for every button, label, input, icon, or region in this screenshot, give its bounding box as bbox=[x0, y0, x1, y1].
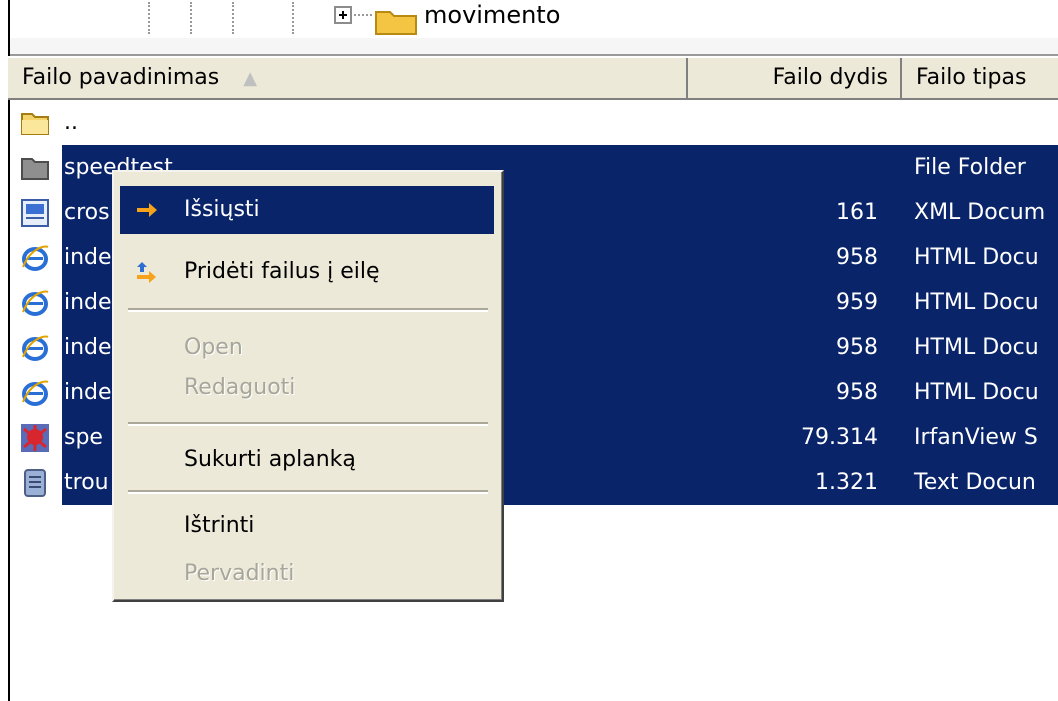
file-size: 958 bbox=[836, 380, 878, 405]
pane-divider bbox=[8, 38, 1058, 56]
file-size: 161 bbox=[836, 200, 878, 225]
context-menu: Išsiųsti Pridėti failus į eilę Open Reda… bbox=[112, 170, 504, 602]
tree-guide-line bbox=[148, 2, 150, 34]
file-type: IrfanView S bbox=[914, 425, 1038, 450]
ie-html-icon bbox=[22, 290, 49, 316]
file-size: 958 bbox=[836, 335, 878, 360]
add-to-queue-icon bbox=[137, 262, 156, 283]
column-header-name[interactable]: Failo pavadinimas ▲ bbox=[8, 58, 688, 98]
file-name: .. bbox=[64, 110, 78, 135]
ie-html-icon bbox=[22, 245, 49, 271]
tree-expand-plus-icon[interactable] bbox=[334, 6, 352, 24]
tree-folder-label[interactable]: movimento bbox=[424, 0, 560, 30]
menu-item-label: Open bbox=[184, 335, 243, 360]
file-name: inde bbox=[64, 290, 112, 315]
column-header-name-label: Failo pavadinimas bbox=[22, 65, 220, 90]
file-name: inde bbox=[64, 335, 112, 360]
file-name: inde bbox=[64, 245, 112, 270]
file-type: XML Docum bbox=[914, 200, 1046, 225]
folder-tree: movimento bbox=[0, 0, 1058, 36]
text-document-icon bbox=[24, 469, 46, 497]
list-item[interactable]: .. bbox=[10, 100, 1058, 145]
file-size: 958 bbox=[836, 245, 878, 270]
ie-html-icon bbox=[22, 380, 49, 406]
menu-item-label: Redaguoti bbox=[184, 375, 296, 400]
tree-folder-icon bbox=[375, 11, 417, 35]
column-header-size[interactable]: Failo dydis bbox=[688, 58, 902, 98]
file-type: HTML Docu bbox=[914, 245, 1039, 270]
sort-ascending-icon: ▲ bbox=[243, 68, 258, 89]
file-type: File Folder bbox=[914, 155, 1026, 180]
menu-item-rename: Pervadinti bbox=[120, 550, 494, 598]
xml-document-icon bbox=[21, 199, 49, 227]
menu-item-delete[interactable]: Ištrinti bbox=[120, 502, 494, 550]
tree-border bbox=[8, 0, 10, 36]
file-size: 959 bbox=[836, 290, 878, 315]
ie-html-icon bbox=[22, 335, 49, 361]
tree-guide-line bbox=[292, 2, 294, 34]
arrow-right-icon bbox=[137, 203, 157, 217]
tree-guide-line bbox=[232, 2, 234, 34]
file-type: Text Docun bbox=[914, 470, 1036, 495]
menu-item-label: Pridėti failus į eilę bbox=[184, 259, 380, 284]
file-type: HTML Docu bbox=[914, 290, 1039, 315]
column-header-bar: Failo pavadinimas ▲ Failo dydis Failo tip… bbox=[8, 56, 1058, 100]
column-header-type[interactable]: Failo tipas bbox=[902, 58, 1058, 98]
menu-separator bbox=[128, 490, 488, 494]
menu-separator bbox=[128, 308, 488, 312]
file-name: trou bbox=[64, 470, 109, 495]
menu-item-edit: Redaguoti bbox=[120, 364, 494, 412]
tree-guide-line bbox=[190, 2, 192, 34]
file-size: 79.314 bbox=[801, 425, 878, 450]
menu-item-label: Ištrinti bbox=[184, 513, 255, 538]
file-name: cros bbox=[64, 200, 110, 225]
file-size: 1.321 bbox=[815, 470, 878, 495]
file-type: HTML Docu bbox=[914, 380, 1039, 405]
folder-icon bbox=[21, 158, 49, 180]
file-name: inde bbox=[64, 380, 112, 405]
file-type: HTML Docu bbox=[914, 335, 1039, 360]
menu-item-add-to-queue[interactable]: Pridėti failus į eilę bbox=[120, 248, 494, 296]
menu-separator bbox=[128, 422, 488, 426]
menu-item-download[interactable]: Išsiųsti bbox=[120, 186, 494, 234]
file-name: spe bbox=[64, 425, 103, 450]
irfanview-icon bbox=[21, 424, 49, 452]
folder-open-icon bbox=[21, 113, 49, 135]
menu-item-label: Sukurti aplanką bbox=[184, 447, 356, 472]
menu-item-create-folder[interactable]: Sukurti aplanką bbox=[120, 436, 494, 484]
tree-connector bbox=[354, 14, 372, 16]
menu-item-label: Pervadinti bbox=[184, 561, 295, 586]
menu-item-label: Išsiųsti bbox=[184, 197, 260, 222]
